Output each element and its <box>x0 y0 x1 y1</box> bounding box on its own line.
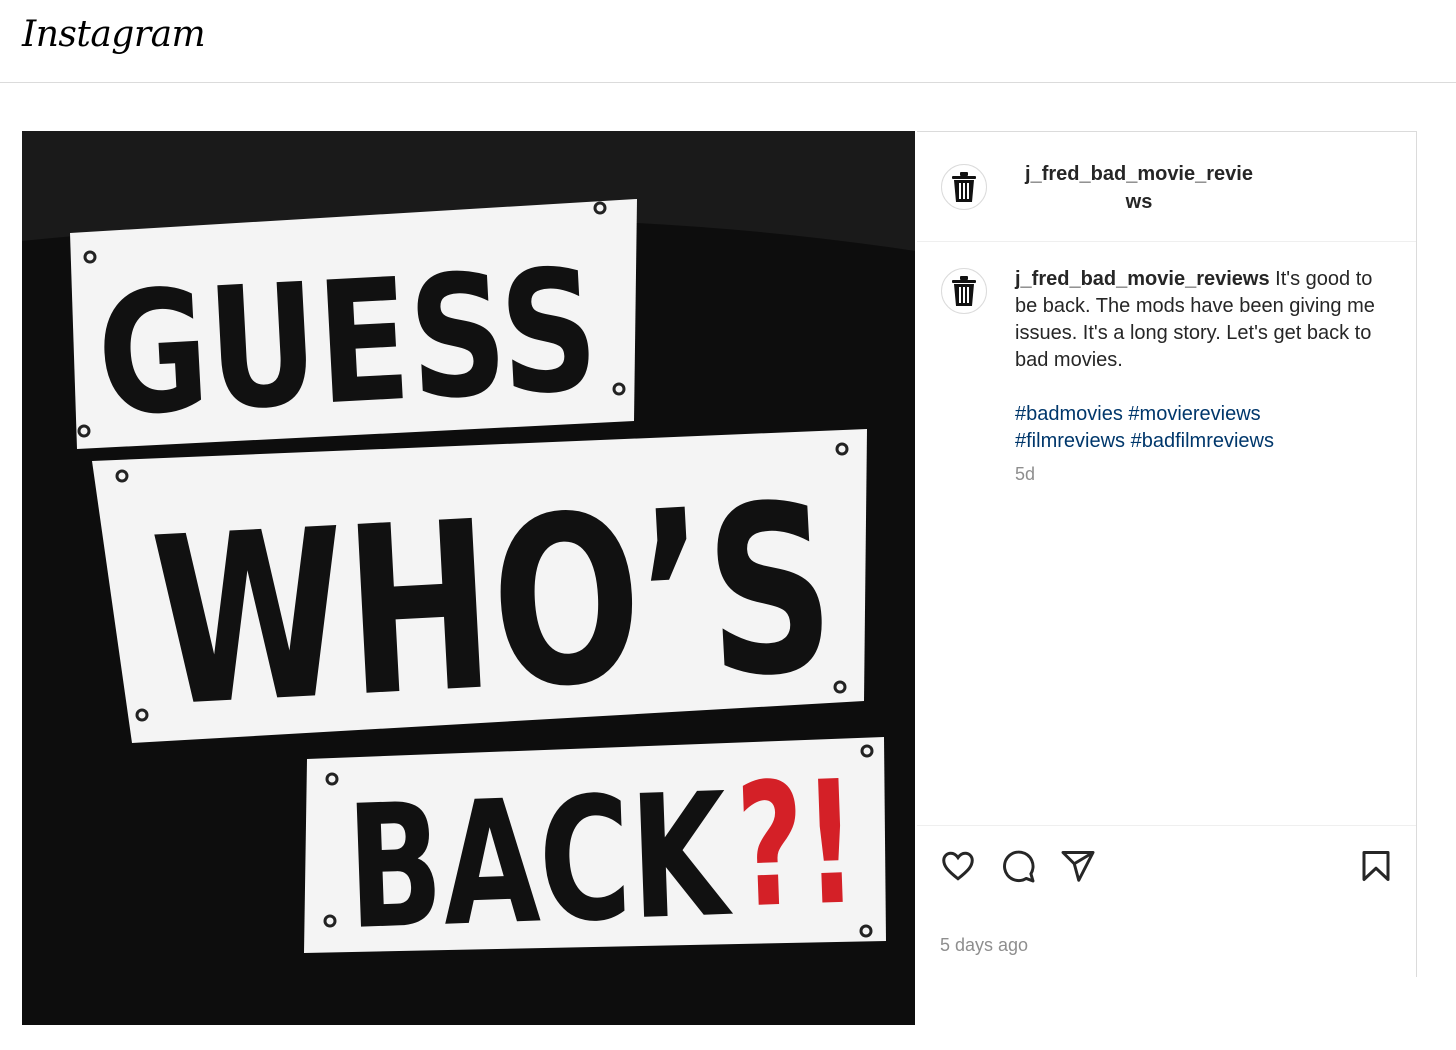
comment-icon[interactable] <box>1000 848 1036 884</box>
guess-whos-back-graphic: GUESS WHO’S BACK ?! <box>22 131 915 1025</box>
instagram-logo[interactable]: Instagram <box>22 14 206 55</box>
heart-icon[interactable] <box>940 848 976 884</box>
caption-age: 5d <box>1015 464 1036 484</box>
post-image[interactable]: GUESS WHO’S BACK ?! <box>22 131 915 1025</box>
post-container: GUESS WHO’S BACK ?! j_fred_bad_movie_rev… <box>22 131 1417 1025</box>
hashtag-badmovies[interactable]: #badmovies <box>1015 403 1123 425</box>
bookmark-icon[interactable] <box>1358 848 1394 884</box>
username-line-2: ws <box>1125 191 1153 213</box>
image-text-line-1: GUESS <box>93 232 603 454</box>
action-bar <box>917 825 1416 906</box>
post-author-username[interactable]: j_fred_bad_movie_revie ws <box>1019 160 1259 216</box>
post-caption: j_fred_bad_movie_reviews It's good to be… <box>1015 266 1375 455</box>
hashtag-moviereviews[interactable]: #moviereviews <box>1128 403 1260 425</box>
hashtag-filmreviews[interactable]: #filmreviews <box>1015 430 1125 452</box>
caption-avatar[interactable] <box>941 268 987 314</box>
avatar[interactable] <box>941 164 987 210</box>
trash-can-icon <box>952 172 976 202</box>
image-text-punctuation: ?! <box>734 744 861 946</box>
caption-username[interactable]: j_fred_bad_movie_reviews <box>1015 268 1270 290</box>
post-header: j_fred_bad_movie_revie ws <box>917 132 1416 242</box>
top-nav-bar: Instagram <box>0 0 1456 83</box>
trash-can-icon <box>952 276 976 306</box>
image-text-line-2: WHO’S <box>147 453 840 758</box>
share-icon[interactable] <box>1060 848 1096 884</box>
username-line-1: j_fred_bad_movie_revie <box>1025 163 1253 185</box>
hashtag-list: #badmovies #moviereviews #filmreviews #b… <box>1015 401 1375 455</box>
post-details-panel: j_fred_bad_movie_revie ws j_fred_bad_mov… <box>917 131 1417 977</box>
image-text-line-3: BACK <box>344 757 735 968</box>
hashtag-badfilmreviews[interactable]: #badfilmreviews <box>1131 430 1274 452</box>
post-timestamp: 5 days ago <box>940 935 1029 955</box>
